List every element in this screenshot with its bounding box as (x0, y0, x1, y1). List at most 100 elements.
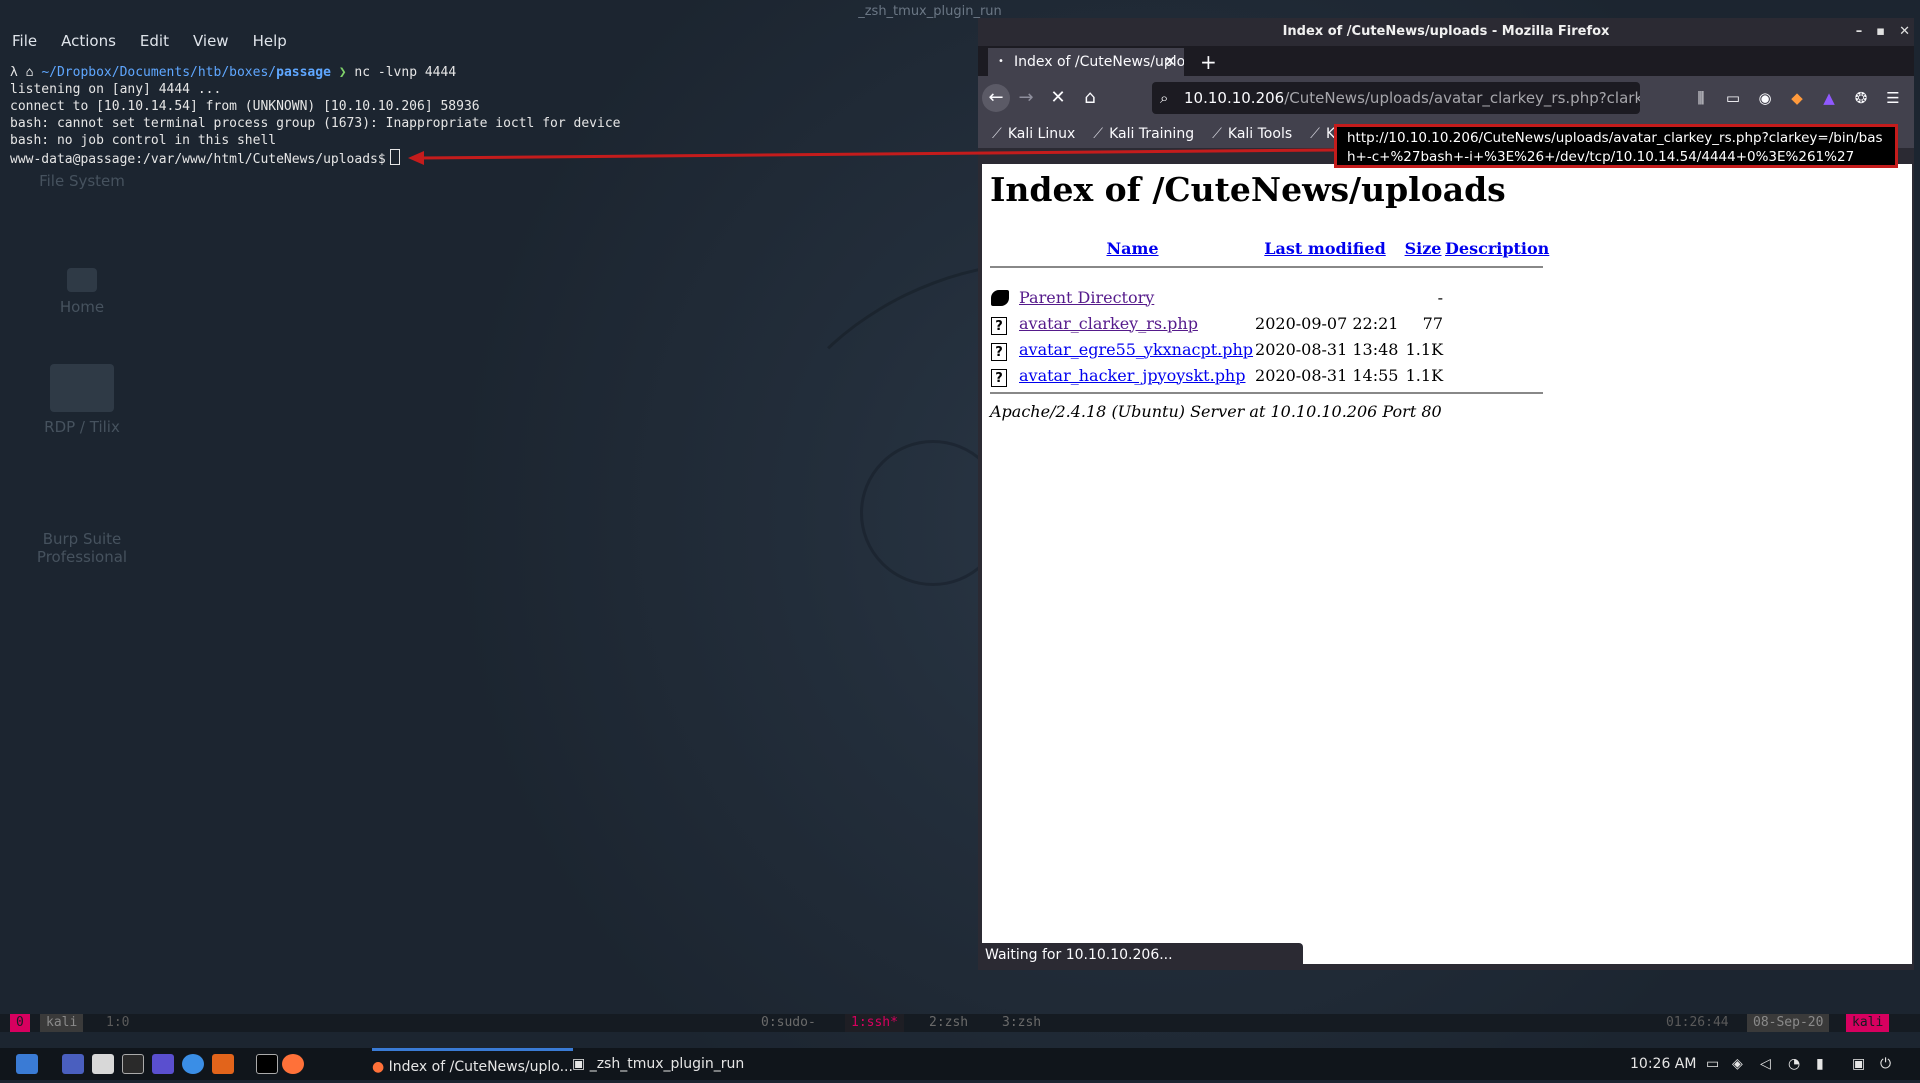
modified-cell (1254, 284, 1403, 310)
link-tooltip: http://10.10.10.206/CuteNews/uploads/ava… (1334, 124, 1898, 168)
size-cell: - (1437, 287, 1444, 307)
forward-icon[interactable]: → (1012, 84, 1040, 112)
task-label: _zsh_tmux_plugin_run (589, 1056, 745, 1072)
monitor-icon (50, 364, 114, 412)
task-terminal[interactable]: ▣ _zsh_tmux_plugin_run (572, 1048, 744, 1080)
burp-icon[interactable] (212, 1054, 234, 1074)
library-icon[interactable]: ⫼ (1690, 84, 1712, 112)
tmux-pane: 1:0 (106, 1015, 130, 1030)
bookmark-kali-linux[interactable]: ⟋ Kali Linux (992, 120, 1075, 148)
desktop-icon-rdp[interactable]: RDP / Tilix (34, 364, 130, 436)
size-cell: 1.1K (1405, 339, 1444, 359)
table-row: ? avatar_egre55_ykxnacpt.php 2020-08-31 … (990, 336, 1550, 362)
battery-icon[interactable]: ▮ (1816, 1048, 1824, 1080)
file-link[interactable]: avatar_clarkey_rs.php (1019, 314, 1198, 333)
size-cell: 1.1K (1405, 365, 1444, 385)
tmux-date: 08-Sep-20 (1747, 1014, 1830, 1032)
account-icon[interactable]: ◉ (1754, 84, 1776, 112)
bookmark-kali-tools[interactable]: ⟋ Kali Tools (1212, 120, 1292, 148)
tab-title: Index of /CuteNews/uplo (1014, 54, 1184, 70)
workspace-1-icon[interactable] (256, 1054, 278, 1074)
parent-directory-link[interactable]: Parent Directory (1019, 288, 1154, 307)
prompt-path: ~/Dropbox/Documents/htb/boxes/ (41, 65, 277, 80)
clock[interactable]: 10:26 AM (1630, 1048, 1696, 1080)
menu-edit[interactable]: Edit (128, 28, 181, 54)
task-firefox[interactable]: ● Index of /CuteNews/uplo... (372, 1048, 573, 1080)
menu-actions[interactable]: Actions (49, 28, 128, 54)
url-bar[interactable]: ⌕ 10.10.10.206/CuteNews/uploads/avatar_c… (1152, 82, 1640, 114)
stop-icon[interactable]: ✕ (1044, 84, 1072, 112)
remote-desktop-icon[interactable] (152, 1054, 174, 1074)
kali-bookmark-icon: ⟋ (1310, 126, 1320, 142)
sort-description-link[interactable]: Description (1445, 239, 1549, 258)
maximize-icon[interactable]: ▪ (1876, 18, 1885, 46)
terminal-menubar: File Actions Edit View Help (0, 28, 299, 54)
show-desktop-icon[interactable] (62, 1054, 84, 1074)
file-link[interactable]: avatar_egre55_ykxnacpt.php (1019, 340, 1253, 359)
desktop-icon-home[interactable]: Home (34, 268, 130, 316)
tmux-window-0[interactable]: 0:sudo- (755, 1014, 822, 1032)
terminal-line: listening on [any] 4444 ... (10, 82, 222, 97)
bookmark-label: Kali Linux (1007, 126, 1076, 142)
power-icon[interactable]: ⏻ (1880, 1048, 1891, 1080)
tab-close-icon[interactable]: ✕ (1164, 48, 1176, 76)
kali-bookmark-icon: ⟋ (1212, 126, 1222, 142)
bookmark-label: Kali Tools (1227, 126, 1293, 142)
tmux-session-name: kali (40, 1014, 84, 1032)
unknown-file-icon: ? (991, 342, 1007, 361)
task-label: Index of /CuteNews/uplo... (388, 1059, 573, 1075)
terminal-line: connect to [10.10.14.54] from (UNKNOWN) … (10, 99, 480, 114)
close-icon[interactable]: ✕ (1899, 18, 1910, 46)
tmux-window-3[interactable]: 3:zsh (996, 1014, 1047, 1032)
url-path: /CuteNews/uploads/avatar_clarkey_rs.php?… (1284, 89, 1640, 107)
terminal-output[interactable]: λ ⌂ ~/Dropbox/Documents/htb/boxes/passag… (10, 64, 620, 168)
sort-name-link[interactable]: Name (1106, 239, 1158, 258)
modified-cell: 2020-08-31 13:48 (1255, 339, 1399, 359)
listing-header-row: Name Last modified Size Description (990, 230, 1550, 266)
tab-index-cutenews[interactable]: • Index of /CuteNews/uplo ✕ (988, 48, 1184, 76)
terminal-icon[interactable] (122, 1054, 144, 1074)
cookie-extension-icon[interactable]: ❂ (1850, 84, 1872, 112)
menu-view[interactable]: View (181, 28, 241, 54)
new-tab-icon[interactable]: + (1200, 48, 1217, 76)
desktop-icon-filesystem[interactable]: File System (34, 172, 130, 190)
sidebar-icon[interactable]: ▭ (1722, 84, 1744, 112)
back-icon[interactable]: ← (982, 84, 1010, 112)
home-icon[interactable]: ⌂ (1076, 84, 1104, 112)
lambda-icon: λ ⌂ (10, 65, 42, 80)
bookmark-kali-training[interactable]: ⟋ Kali Training (1093, 120, 1194, 148)
search-icon: ⌕ (1160, 89, 1169, 107)
desktop-icon-label: RDP / Tilix (44, 418, 120, 436)
hamburger-menu-icon[interactable]: ☰ (1882, 84, 1904, 112)
unknown-file-icon: ? (991, 316, 1007, 335)
menu-help[interactable]: Help (241, 28, 299, 54)
dropbox-icon[interactable]: ◈ (1732, 1048, 1743, 1080)
firefox-titlebar: Index of /CuteNews/uploads - Mozilla Fir… (978, 18, 1914, 46)
home-icon (67, 268, 97, 292)
display-icon[interactable]: ▭ (1706, 1048, 1719, 1080)
tmux-window-2[interactable]: 2:zsh (923, 1014, 974, 1032)
menu-file[interactable]: File (0, 28, 49, 54)
desktop-icon-label: Home (59, 298, 105, 316)
status-panel: Waiting for 10.10.10.206... (979, 943, 1303, 967)
lock-icon[interactable]: ▣ (1852, 1048, 1865, 1080)
terminal-line: bash: cannot set terminal process group … (10, 116, 621, 131)
kali-menu-icon[interactable] (16, 1054, 38, 1074)
tmux-host: kali (1846, 1014, 1890, 1032)
sort-modified-link[interactable]: Last modified (1264, 239, 1385, 258)
file-link[interactable]: avatar_hacker_jpyoyskt.php (1019, 366, 1245, 385)
extension-badge-icon[interactable]: ▲ (1818, 84, 1840, 112)
tmux-window-1[interactable]: 1:ssh* (845, 1014, 904, 1032)
volume-icon[interactable]: ◁ (1760, 1048, 1771, 1080)
window-controls: – ▪ ✕ (1856, 18, 1910, 46)
firefox-extension-icon[interactable]: ◆ (1786, 84, 1808, 112)
minimize-icon[interactable]: – (1856, 18, 1863, 46)
file-manager-icon[interactable] (92, 1054, 114, 1074)
prompt-dir: passage (276, 65, 331, 80)
firefox-icon: ● (372, 1059, 385, 1075)
notification-bell-icon[interactable]: ◔ (1788, 1048, 1800, 1080)
firefox-icon[interactable] (282, 1054, 304, 1074)
browser-icon[interactable] (182, 1054, 204, 1074)
sort-size-link[interactable]: Size (1405, 239, 1442, 258)
desktop-icon-burp[interactable]: Burp Suite Professional (34, 530, 130, 566)
